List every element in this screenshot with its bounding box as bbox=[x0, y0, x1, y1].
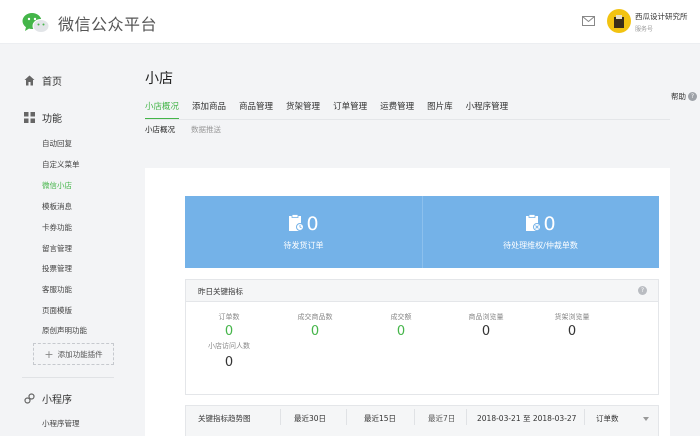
grid-icon bbox=[24, 112, 35, 123]
pending-rights-card[interactable]: 0 待处理维权/仲裁单数 bbox=[422, 196, 659, 268]
help-link[interactable]: 帮助 ? bbox=[671, 91, 697, 102]
metric-value[interactable]: 0 bbox=[189, 355, 269, 370]
range-30-days-button[interactable]: 最近30日 bbox=[294, 413, 326, 424]
sub-tabs: 小店概况 数据推送 bbox=[145, 124, 237, 135]
overview-panel: 0 待发货订单 0 待处理维权/仲裁单数 昨日关键指标 ? 订单数 0 成交商品… bbox=[145, 168, 670, 436]
trend-divider bbox=[346, 409, 347, 425]
clipboard-icon bbox=[288, 214, 305, 234]
key-metrics-title: 昨日关键指标 bbox=[198, 287, 243, 296]
sidebar-section-miniprogram[interactable]: 小程序 bbox=[24, 391, 72, 406]
metric-label: 小店访问人数 bbox=[208, 342, 250, 350]
sidebar-section-features[interactable]: 功能 bbox=[24, 110, 62, 125]
pending-orders-label: 待发货订单 bbox=[283, 241, 324, 250]
subtab-data-push[interactable]: 数据推送 bbox=[191, 124, 221, 135]
trend-toolbar: 关键指标趋势图 最近30日 最近15日 最近7日 2018-03-21 至 20… bbox=[185, 405, 659, 436]
metric-select-value: 订单数 bbox=[596, 414, 619, 423]
plus-icon: + bbox=[44, 347, 54, 361]
help-label: 帮助 bbox=[671, 92, 686, 101]
account-type: 服务号 bbox=[635, 26, 654, 33]
sidebar-item-customer-service[interactable]: 客服功能 bbox=[42, 284, 72, 295]
tab-add-product[interactable]: 添加商品 bbox=[192, 100, 226, 120]
key-metrics-header: 昨日关键指标 ? bbox=[186, 280, 658, 302]
metric-value[interactable]: 0 bbox=[532, 324, 612, 339]
sidebar: 首页 功能 自动回复 自定义菜单 微信小店 模板消息 卡券功能 留言管理 投票管… bbox=[0, 44, 130, 436]
tab-product-management[interactable]: 商品管理 bbox=[239, 100, 273, 120]
home-icon bbox=[24, 75, 35, 86]
chevron-down-icon bbox=[642, 417, 649, 421]
link-icon bbox=[24, 393, 35, 404]
trend-divider bbox=[414, 409, 415, 425]
metric-label: 订单数 bbox=[218, 313, 240, 321]
tab-shelf-management[interactable]: 货架管理 bbox=[286, 100, 320, 120]
metric-value[interactable]: 0 bbox=[446, 324, 526, 339]
logo[interactable]: 微信公众平台 bbox=[22, 11, 157, 35]
pending-rights-value: 0 bbox=[543, 213, 556, 235]
sidebar-item-voting[interactable]: 投票管理 bbox=[42, 263, 72, 274]
trend-divider bbox=[280, 409, 281, 425]
sidebar-item-template-message[interactable]: 模板消息 bbox=[42, 201, 72, 212]
trend-divider bbox=[584, 409, 585, 425]
sidebar-item-cards[interactable]: 卡券功能 bbox=[42, 222, 72, 233]
page-title: 小店 bbox=[145, 71, 173, 87]
help-icon[interactable]: ? bbox=[638, 286, 647, 295]
range-15-days-button[interactable]: 最近15日 bbox=[364, 413, 396, 424]
trend-divider bbox=[466, 409, 467, 425]
metric-label: 货架浏览量 bbox=[554, 313, 590, 321]
sidebar-item-page-templates[interactable]: 页面模版 bbox=[42, 305, 72, 316]
sidebar-item-miniprogram-management[interactable]: 小程序管理 bbox=[42, 418, 80, 429]
add-plugin-button[interactable]: + 添加功能插件 bbox=[33, 343, 114, 365]
help-icon: ? bbox=[688, 92, 697, 101]
add-plugin-label: 添加功能插件 bbox=[57, 349, 103, 359]
sidebar-section-label: 功能 bbox=[42, 114, 62, 125]
tab-order-management[interactable]: 订单管理 bbox=[333, 100, 367, 120]
sidebar-item-original-declaration[interactable]: 原创声明功能 bbox=[42, 325, 87, 336]
sidebar-item-comments[interactable]: 留言管理 bbox=[42, 243, 72, 254]
tab-image-library[interactable]: 图片库 bbox=[427, 100, 453, 120]
sidebar-item-home[interactable]: 首页 bbox=[24, 73, 62, 88]
banner-divider bbox=[422, 196, 423, 268]
sidebar-section-label: 小程序 bbox=[42, 395, 72, 406]
range-7-days-button[interactable]: 最近7日 bbox=[428, 413, 455, 424]
mail-icon[interactable] bbox=[582, 16, 595, 26]
sidebar-item-auto-reply[interactable]: 自动回复 bbox=[42, 138, 72, 149]
date-range-picker[interactable]: 2018-03-21 至 2018-03-27 bbox=[477, 413, 576, 424]
tab-shipping-management[interactable]: 运费管理 bbox=[380, 100, 414, 120]
pending-orders-value: 0 bbox=[306, 213, 319, 235]
sidebar-item-custom-menu[interactable]: 自定义菜单 bbox=[42, 159, 80, 170]
tab-miniprogram-management[interactable]: 小程序管理 bbox=[466, 100, 509, 120]
account-name[interactable]: 西瓜设计研究所 bbox=[635, 11, 688, 22]
sidebar-item-wechat-store[interactable]: 微信小店 bbox=[42, 180, 72, 191]
tabs-divider bbox=[145, 119, 670, 120]
pending-orders-card[interactable]: 0 待发货订单 bbox=[185, 196, 422, 268]
subtab-store-overview[interactable]: 小店概况 bbox=[145, 124, 175, 135]
top-bar: 微信公众平台 西瓜设计研究所 服务号 bbox=[0, 0, 700, 44]
app-title: 微信公众平台 bbox=[58, 15, 158, 34]
sidebar-item-label: 首页 bbox=[42, 77, 62, 88]
key-metrics: 昨日关键指标 ? 订单数 0 成交商品数 0 成交额 0 商品浏览量 0 货架浏… bbox=[185, 279, 659, 395]
metric-value[interactable]: 0 bbox=[361, 324, 441, 339]
metric-label: 成交商品数 bbox=[297, 313, 333, 321]
pending-rights-label: 待处理维权/仲裁单数 bbox=[503, 241, 578, 250]
metric-label: 成交额 bbox=[390, 313, 412, 321]
wechat-logo-icon bbox=[22, 12, 50, 34]
main-tabs: 小店概况 添加商品 商品管理 货架管理 订单管理 运费管理 图片库 小程序管理 bbox=[145, 100, 521, 120]
metric-label: 商品浏览量 bbox=[468, 313, 504, 321]
metric-value[interactable]: 0 bbox=[275, 324, 355, 339]
sidebar-divider bbox=[22, 377, 114, 378]
trend-title: 关键指标趋势图 bbox=[198, 414, 251, 423]
clipboard-icon bbox=[525, 214, 542, 234]
metric-select[interactable]: 订单数 bbox=[596, 413, 649, 424]
tab-store-overview[interactable]: 小店概况 bbox=[145, 100, 180, 120]
avatar[interactable] bbox=[607, 9, 631, 33]
metric-value[interactable]: 0 bbox=[189, 324, 269, 339]
